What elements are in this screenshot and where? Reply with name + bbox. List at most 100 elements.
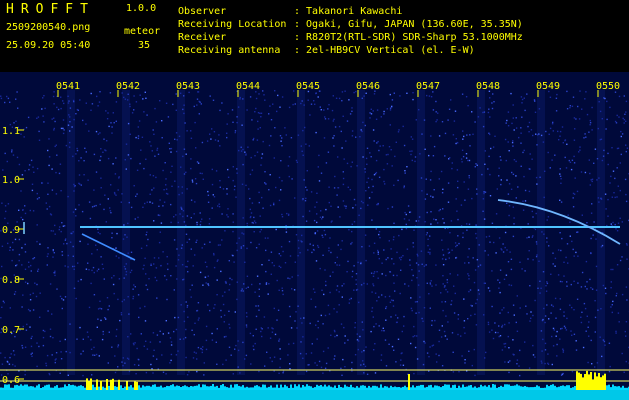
noise-dot xyxy=(608,342,611,344)
noise-dot xyxy=(309,243,311,245)
noise-dot xyxy=(93,294,96,296)
noise-dot xyxy=(528,131,530,133)
amplitude-bar xyxy=(584,374,586,390)
noise-dot xyxy=(209,241,211,243)
noise-dot xyxy=(354,204,357,206)
noise-dot xyxy=(118,177,120,179)
noise-dot xyxy=(404,283,406,285)
noise-dot xyxy=(143,345,145,347)
noise-dot xyxy=(79,326,81,329)
noise-dot xyxy=(60,127,63,130)
noise-dot xyxy=(504,342,507,345)
noise-dot xyxy=(278,176,281,179)
noise-dot xyxy=(438,329,441,331)
noise-dot xyxy=(102,268,104,270)
noise-dot xyxy=(273,307,275,310)
noise-dot xyxy=(281,96,284,98)
noise-dot xyxy=(402,364,405,366)
noise-dot xyxy=(610,281,612,283)
noise-dot xyxy=(325,162,328,164)
noise-dot xyxy=(112,163,114,165)
noise-dot xyxy=(385,154,388,156)
noise-dot xyxy=(224,291,226,293)
noise-dot xyxy=(266,351,268,353)
noise-dot xyxy=(382,145,384,147)
noise-dot xyxy=(207,304,209,306)
noise-dot xyxy=(451,300,453,302)
noise-dot xyxy=(564,327,567,329)
noise-dot xyxy=(366,373,369,375)
noise-dot xyxy=(586,315,588,317)
amplitude-bar xyxy=(606,385,608,390)
noise-dot xyxy=(209,95,211,97)
noise-dot xyxy=(153,220,155,222)
amplitude-bar xyxy=(344,384,346,390)
noise-dot xyxy=(330,251,332,254)
noise-dot xyxy=(211,183,214,186)
noise-dot xyxy=(341,100,343,102)
amplitude-bar xyxy=(508,384,510,390)
noise-dot xyxy=(105,221,107,223)
noise-dot xyxy=(436,119,438,121)
noise-dot xyxy=(457,314,460,316)
noise-dot xyxy=(197,346,200,349)
noise-dot xyxy=(467,159,469,162)
amplitude-bar xyxy=(362,385,364,390)
noise-dot xyxy=(336,334,338,337)
noise-dot xyxy=(262,90,264,92)
amplitude-bar xyxy=(134,381,136,390)
noise-dot xyxy=(457,180,459,182)
noise-dot xyxy=(608,370,611,373)
noise-dot xyxy=(2,300,5,302)
noise-dot xyxy=(162,333,164,335)
amplitude-bar xyxy=(612,384,614,390)
amplitude-bar xyxy=(140,387,142,390)
noise-dot xyxy=(232,230,234,233)
noise-dot xyxy=(88,201,91,203)
noise-dot xyxy=(573,280,575,282)
noise-dot xyxy=(383,110,385,113)
noise-dot xyxy=(624,330,626,333)
noise-dot xyxy=(234,130,237,132)
noise-dot xyxy=(225,359,227,361)
noise-dot xyxy=(342,177,345,180)
noise-dot xyxy=(257,128,259,130)
noise-dot xyxy=(52,249,54,251)
noise-dot xyxy=(591,106,593,109)
noise-dot xyxy=(213,254,215,256)
noise-dot xyxy=(162,169,164,172)
noise-dot xyxy=(220,270,222,273)
noise-dot xyxy=(255,97,258,100)
amplitude-bar xyxy=(536,385,538,390)
noise-dot xyxy=(29,310,31,312)
noise-dot xyxy=(442,254,445,256)
noise-dot xyxy=(150,263,152,265)
noise-dot xyxy=(195,352,197,354)
noise-dot xyxy=(430,211,432,213)
noise-dot xyxy=(383,168,385,171)
noise-dot xyxy=(291,178,293,180)
noise-dot xyxy=(258,288,260,290)
noise-dot xyxy=(494,135,496,137)
noise-dot xyxy=(59,226,61,228)
noise-dot xyxy=(211,168,213,171)
amplitude-bar xyxy=(554,385,556,390)
noise-dot xyxy=(610,268,612,271)
amplitude-bar xyxy=(92,384,94,390)
noise-dot xyxy=(254,342,256,345)
noise-dot xyxy=(500,159,502,161)
noise-dot xyxy=(159,330,161,332)
noise-dot xyxy=(170,275,172,277)
amplitude-bar xyxy=(34,387,36,390)
noise-dot xyxy=(149,174,151,176)
noise-dot xyxy=(386,163,389,165)
noise-dot xyxy=(203,243,206,245)
amplitude-bar xyxy=(514,385,516,390)
noise-dot xyxy=(387,153,389,156)
amplitude-bar xyxy=(560,385,562,390)
noise-dot xyxy=(282,370,285,372)
noise-dot xyxy=(504,231,507,234)
noise-dot xyxy=(505,122,507,124)
noise-dot xyxy=(463,326,465,329)
noise-dot xyxy=(466,223,468,225)
